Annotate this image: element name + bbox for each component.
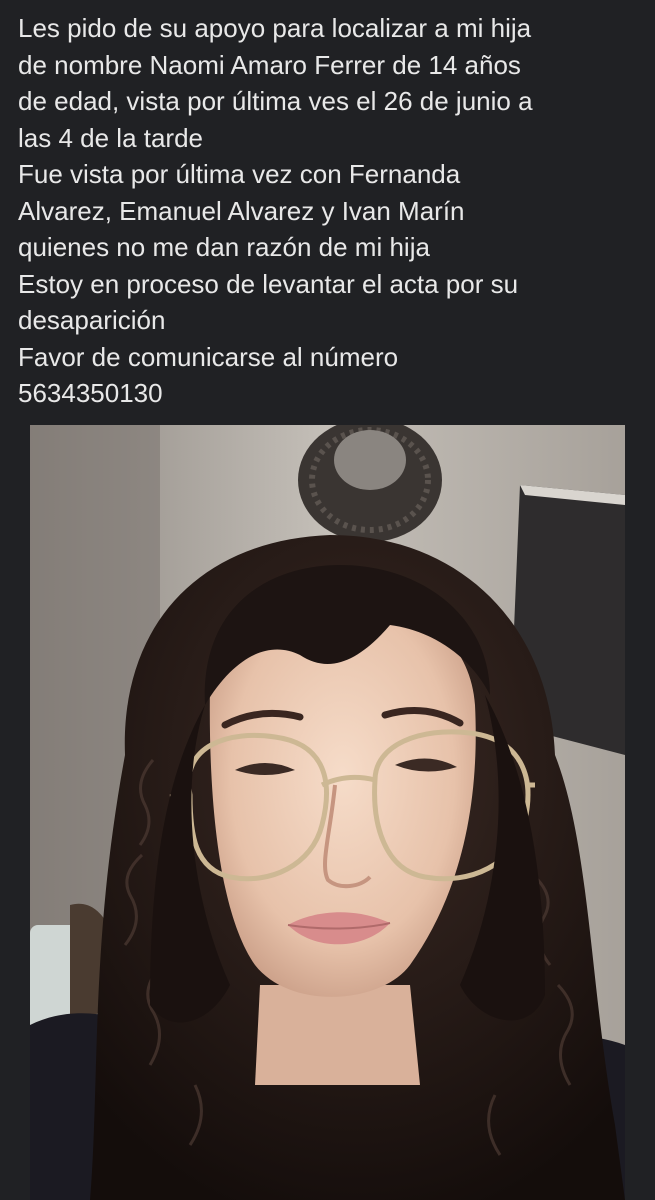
post-text-line: de edad, vista por última ves el 26 de j… xyxy=(18,86,533,116)
photo-illustration xyxy=(30,425,625,1200)
post-text: Les pido de su apoyo para localizar a mi… xyxy=(18,10,643,412)
post-text-line: Estoy en proceso de levantar el acta por… xyxy=(18,268,519,299)
post-text-line: quienes no me dan razón de mi hija xyxy=(18,232,430,262)
post-text-line: Alvarez, Emanuel Alvarez y Ivan Marín xyxy=(18,195,465,226)
post-text-line: desaparición xyxy=(18,305,166,335)
post-card: Les pido de su apoyo para localizar a mi… xyxy=(0,0,655,1200)
post-text-line: de nombre Naomi Amaro Ferrer de 14 años xyxy=(18,49,521,80)
post-text-line: las 4 de la tarde xyxy=(18,122,204,153)
phone-number[interactable]: 5634350130 xyxy=(18,375,643,412)
post-text-line: Favor de comunicarse al número xyxy=(18,341,399,372)
post-text-line: Les pido de su apoyo para localizar a mi… xyxy=(18,13,532,43)
post-photo[interactable] xyxy=(30,425,625,1200)
post-text-line: Fue vista por última vez con Fernanda xyxy=(18,159,461,189)
